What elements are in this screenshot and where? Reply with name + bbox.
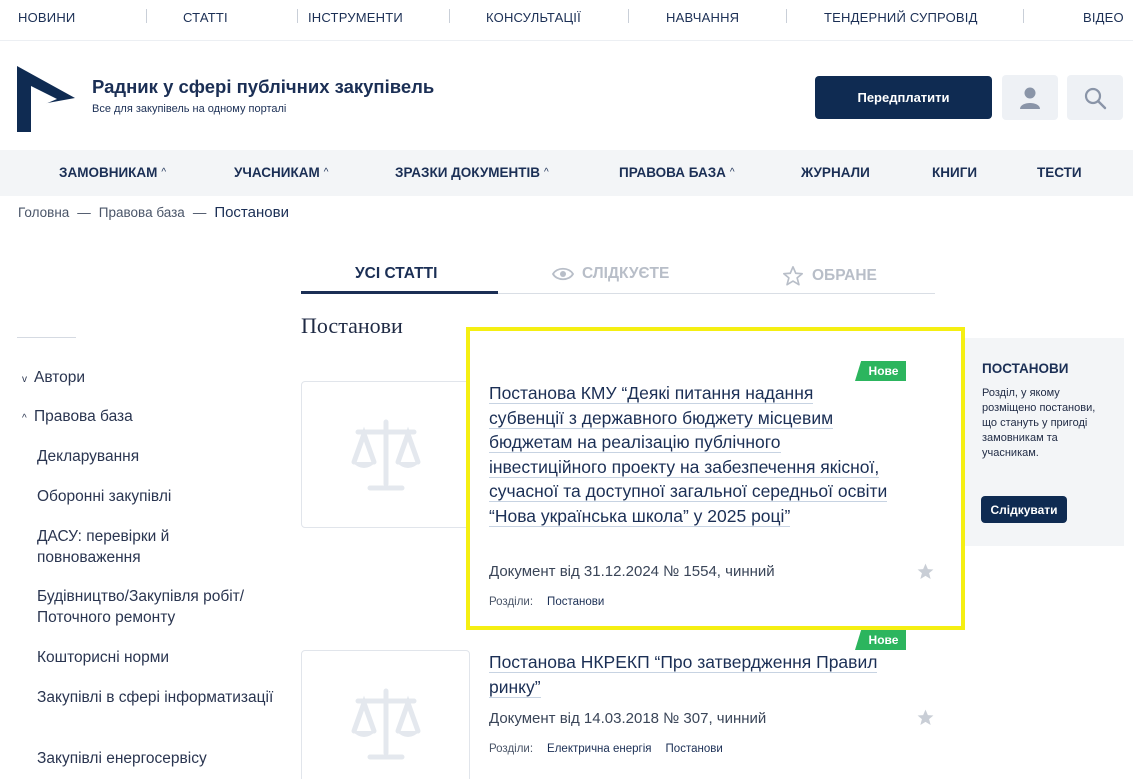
sidebar-item-label: Правова база [34,408,133,425]
chevron-up-icon: ^ [729,167,735,178]
sidebar-item-construction[interactable]: Будівництво/Закупівля робіт/ Поточного р… [37,586,277,628]
breadcrumb: Головна — Правова база — Постанови [18,204,289,221]
chevron-down-icon: v [22,374,27,385]
top-nav-articles[interactable]: СТАТТІ [183,10,228,25]
tab-following-label: СЛІДКУЄТЕ [582,265,670,282]
tab-all-articles[interactable]: УСІ СТАТТІ [355,265,437,283]
sidebar-item-informatization[interactable]: Закупівлі в сфері інформатизації [37,687,277,708]
nav-books[interactable]: КНИГИ [932,165,977,180]
sidebar-item-legal-base[interactable]: ^ Правова база [22,406,133,429]
sidebar-item-declaration[interactable]: Декларування [37,446,277,467]
top-nav-news[interactable]: НОВИНИ [18,10,75,25]
new-badge: Нове [855,361,906,381]
card-thumbnail[interactable] [301,381,470,528]
logo-icon[interactable] [17,66,75,132]
card-title-text: Постанова НКРЕКП “Про затвердження Прави… [489,652,878,698]
sidebar-divider [17,337,76,338]
page-title: Постанови [301,313,403,338]
section-tag[interactable]: Постанови [547,596,604,608]
user-button[interactable] [1002,75,1058,120]
tab-all-articles-label: УСІ СТАТТІ [355,265,438,282]
nav-legal-base[interactable]: ПРАВОВА БАЗА ^ [619,165,735,180]
eye-icon [552,267,574,281]
nav-legal-base-label: ПРАВОВА БАЗА [619,165,726,180]
nav-participants-label: УЧАСНИКАМ [234,165,320,180]
card-thumbnail[interactable] [301,650,470,779]
sidebar-item-authors[interactable]: v Автори [22,367,85,390]
nav-participants[interactable]: УЧАСНИКАМ ^ [234,165,328,180]
card-title-link[interactable]: Постанова КМУ “Деякі питання надання суб… [489,381,889,528]
follow-button[interactable]: Слідкувати [981,496,1067,523]
brand-subtitle: Все для закупівель на одному порталі [92,103,287,115]
search-icon [1084,87,1107,109]
top-nav-video[interactable]: ВІДЕО [1083,10,1124,25]
nav-document-samples[interactable]: ЗРАЗКИ ДОКУМЕНТІВ ^ [395,165,549,180]
nav-journals[interactable]: ЖУРНАЛИ [801,165,870,180]
sidebar-item-energy-service[interactable]: Закупівлі енергосервісу [37,748,277,769]
sidebar-item-label: Автори [34,369,86,386]
top-nav-separator [786,9,787,23]
section-info-text: Розділ, у якому розміщено постанови, що … [982,387,1096,459]
tab-favorites[interactable]: ОБРАНЕ [782,265,877,287]
top-nav-consultations[interactable]: КОНСУЛЬТАЦІЇ [486,10,581,25]
nav-customers-label: ЗАМОВНИКАМ [59,165,158,180]
top-nav-separator [628,9,629,23]
chevron-up-icon: ^ [22,413,27,424]
top-nav-separator [146,9,147,23]
top-nav-tools[interactable]: ІНСТРУМЕНТИ [308,10,403,25]
card-title-text: Постанова КМУ “Деякі питання надання суб… [489,383,888,527]
scales-icon [351,419,420,490]
active-tab-indicator [301,291,498,294]
top-nav-separator [1023,9,1024,23]
sidebar-item-estimate-norms[interactable]: Кошторисні норми [37,647,277,668]
nav-tests[interactable]: ТЕСТИ [1037,165,1082,180]
top-nav-separator [297,9,298,23]
top-nav-tender-support[interactable]: ТЕНДЕРНИЙ СУПРОВІД [824,10,978,25]
card-sections-label: Розділи: [489,743,534,755]
chevron-up-icon: ^ [323,167,329,178]
top-nav-learning[interactable]: НАВЧАННЯ [666,10,739,25]
sidebar-item-dasu[interactable]: ДАСУ: перевірки й повноваження [37,526,277,568]
star-outline-icon [783,266,803,286]
tab-favorites-label: ОБРАНЕ [812,267,877,284]
nav-customers[interactable]: ЗАМОВНИКАМ ^ [59,165,166,180]
card-sections-label: Розділи: [489,596,534,608]
card-meta: Документ від 31.12.2024 № 1554, чинний [489,563,775,580]
card-title-link[interactable]: Постанова НКРЕКП “Про затвердження Прави… [489,650,889,699]
card-meta: Документ від 14.03.2018 № 307, чинний [489,710,767,727]
card-sections: Розділи: Електрична енергія Постанови [489,743,723,755]
chevron-up-icon: ^ [544,167,549,178]
breadcrumb-home[interactable]: Головна [18,205,69,220]
chevron-up-icon: ^ [161,167,167,178]
nav-document-samples-label: ЗРАЗКИ ДОКУМЕНТІВ [395,165,541,180]
tab-following[interactable]: СЛІДКУЄТЕ [552,265,669,283]
sidebar-item-defense-procurement[interactable]: Оборонні закупівлі [37,486,277,507]
card-sections: Розділи: Постанови [489,596,604,608]
favorite-star-icon[interactable] [916,562,935,581]
subscribe-button[interactable]: Передплатити [815,76,992,119]
top-nav-separator [449,9,450,23]
breadcrumb-legal-base[interactable]: Правова база [99,205,185,220]
top-divider [0,40,1133,41]
main-nav: ЗАМОВНИКАМ ^ УЧАСНИКАМ ^ ЗРАЗКИ ДОКУМЕНТІВ… [0,150,1133,196]
top-nav: НОВИНИ СТАТТІ ІНСТРУМЕНТИ КОНСУЛЬТАЦІЇ Н… [0,0,1133,36]
breadcrumb-separator: — [192,205,207,220]
section-info-title: ПОСТАНОВИ [982,361,1069,376]
search-button[interactable] [1067,75,1123,120]
section-tag[interactable]: Електрична енергія [547,743,651,755]
user-icon [1020,87,1040,109]
breadcrumb-current: Постанови [214,204,289,221]
breadcrumb-separator: — [77,205,91,220]
brand-title[interactable]: Радник у сфері публічних закупівель [92,76,434,98]
new-badge: Нове [855,630,906,650]
favorite-star-icon[interactable] [916,708,935,727]
section-tag[interactable]: Постанови [666,743,723,755]
scales-icon [351,688,420,759]
